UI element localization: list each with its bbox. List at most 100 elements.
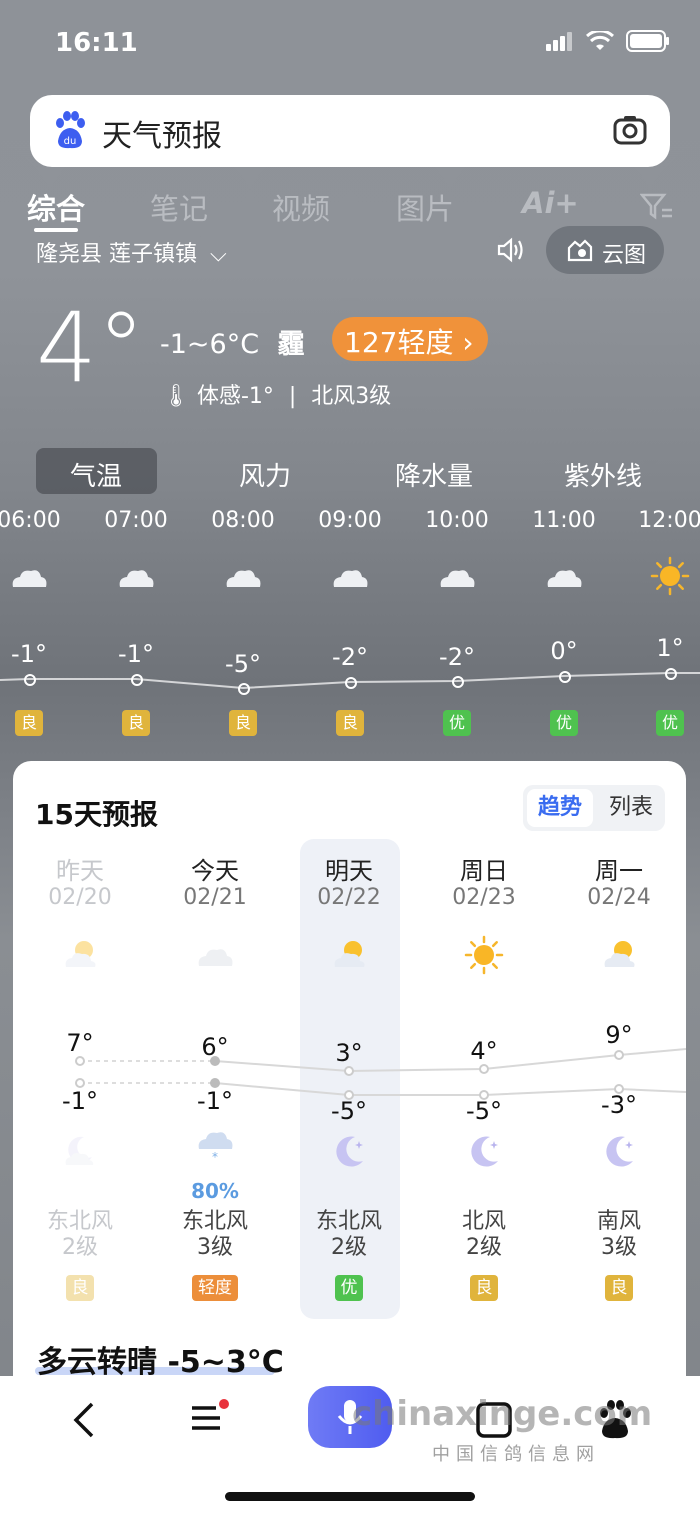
moon-icon — [464, 1131, 504, 1175]
tab-video[interactable]: 视频 — [272, 186, 330, 228]
tab-uv[interactable]: 紫外线 — [564, 456, 642, 493]
day-column[interactable]: 明天 02/22 3° -5° 东北风 2级 优 — [282, 839, 416, 1319]
day-low: -5° — [466, 1097, 502, 1125]
air-quality-badge: 优 — [335, 1275, 363, 1301]
hour-temp-dot — [24, 674, 36, 686]
hour-air-quality-badge: 良 — [15, 710, 43, 736]
day-low: -1° — [197, 1087, 233, 1115]
day-date: 02/21 — [183, 885, 247, 910]
tab-general[interactable]: 综合 — [27, 186, 85, 228]
hour-time: 08:00 — [211, 508, 275, 533]
tab-precipitation[interactable]: 降水量 — [395, 456, 473, 493]
temp-range-condition: -1~6°C 霾 — [160, 322, 305, 361]
wind-direction-label: 北风 — [461, 1209, 506, 1234]
back-icon[interactable] — [70, 1400, 100, 1440]
divider: | — [288, 384, 297, 409]
location-selector[interactable]: 隆尧县 莲子镇镇 ⌵ — [36, 236, 227, 268]
wind-direction: 南风 3级 — [552, 1209, 686, 1261]
hour-air-quality-badge: 良 — [229, 710, 257, 736]
day-name: 今天 — [191, 857, 239, 885]
hour-temp: -2° — [439, 643, 475, 671]
hour-temp-dot — [345, 677, 357, 689]
aqi-badge[interactable]: 127轻度 › — [332, 317, 488, 361]
wind-direction: 东北风 2级 — [13, 1209, 147, 1261]
day-column[interactable]: 今天 02/21 6° -1° * 80% 东北风 3级 轻度 — [148, 839, 282, 1319]
hour-temp-dot — [131, 674, 143, 686]
wind-direction: 北风 2级 — [417, 1209, 551, 1261]
wind-direction: 东北风 2级 — [282, 1209, 416, 1261]
wind-direction: 东北风 3级 — [148, 1209, 282, 1261]
status-time: 16:11 — [55, 28, 138, 58]
cloud-icon — [195, 935, 235, 979]
cloud-icon — [9, 556, 49, 600]
air-quality-badge: 良 — [605, 1275, 633, 1301]
cloud-icon — [544, 556, 584, 600]
aqi-label: 127轻度 › — [344, 326, 474, 359]
wind-level: 北风3级 — [311, 384, 392, 409]
snow-cloud-icon: * — [195, 1123, 235, 1167]
partly-sunny-icon — [60, 935, 100, 979]
status-bar: 16:11 — [0, 0, 700, 86]
day-name: 周一 — [595, 857, 643, 885]
baidu-paw-icon: du — [56, 111, 85, 149]
day-high: 3° — [335, 1039, 363, 1067]
tab-ai[interactable]: Ai+ — [522, 186, 579, 220]
cloud-map-button[interactable]: 云图 — [546, 226, 664, 274]
forecast-card: 15天预报 趋势 列表 昨天 02/20 7° -1° 东北风 2级 良 今天 0… — [13, 761, 686, 1481]
tab-wind[interactable]: 风力 — [239, 456, 291, 493]
search-box[interactable]: du 天气预报 — [30, 95, 670, 167]
tab-images[interactable]: 图片 — [396, 186, 454, 228]
day-low: -1° — [62, 1087, 98, 1115]
cloud-icon — [116, 556, 156, 600]
cloud-map-label: 云图 — [602, 243, 647, 268]
hour-time: 07:00 — [104, 508, 168, 533]
partly-sunny-icon — [329, 935, 369, 979]
wind-direction-label: 南风 — [596, 1209, 641, 1234]
menu-icon[interactable] — [188, 1398, 232, 1438]
tab-notes[interactable]: 笔记 — [150, 186, 208, 228]
day-low: -5° — [331, 1097, 367, 1125]
hour-time: 10:00 — [425, 508, 489, 533]
bottom-nav: chinaxinge.com 中国信鸽信息网 — [0, 1376, 700, 1514]
day-name: 明天 — [325, 857, 373, 885]
hour-time: 12:00 — [638, 508, 700, 533]
speaker-icon[interactable] — [496, 235, 526, 265]
moon-icon — [329, 1131, 369, 1175]
weather-condition: 霾 — [277, 329, 305, 360]
camera-icon[interactable] — [612, 112, 648, 148]
day-column[interactable]: 昨天 02/20 7° -1° 东北风 2级 良 — [13, 839, 147, 1319]
hour-temp-dot — [452, 676, 464, 688]
hour-temp-dot — [559, 671, 571, 683]
watermark-text: chinaxinge.com — [352, 1394, 653, 1434]
air-quality-badge: 轻度 — [192, 1275, 238, 1301]
day-high: 6° — [201, 1033, 229, 1061]
battery-icon — [626, 30, 669, 52]
hour-temp: 0° — [550, 637, 578, 665]
svg-text:*: * — [212, 1150, 218, 1163]
wind-level-label: 2级 — [466, 1235, 502, 1260]
day-column[interactable]: 周一 02/24 9° -3° 南风 3级 良 — [552, 839, 686, 1319]
day-date: 02/23 — [452, 885, 516, 910]
wifi-icon — [586, 31, 614, 50]
day-name: 昨天 — [56, 857, 104, 885]
feels-like: 体感-1° — [196, 384, 274, 409]
chevron-down-icon: ⌵ — [210, 242, 227, 267]
watermark-subtitle: 中国信鸽信息网 — [432, 1444, 600, 1465]
metric-tabs: 气温 风力 降水量 紫外线 — [0, 448, 700, 494]
feels-like-row: 🌡 体感-1° | 北风3级 — [162, 378, 391, 410]
filter-icon[interactable] — [640, 192, 674, 220]
day-date: 02/20 — [48, 885, 112, 910]
hour-time: 11:00 — [532, 508, 596, 533]
temp-range: -1~6°C — [160, 329, 260, 360]
wind-level-label: 3级 — [601, 1235, 637, 1260]
hour-air-quality-badge: 良 — [336, 710, 364, 736]
hour-air-quality-badge: 优 — [550, 710, 578, 736]
hour-time: 06:00 — [0, 508, 61, 533]
search-input[interactable]: 天气预报 — [102, 111, 222, 155]
tab-temperature[interactable]: 气温 — [70, 456, 122, 493]
day-column[interactable]: 周日 02/23 4° -5° 北风 2级 良 — [417, 839, 551, 1319]
moon-icon — [599, 1131, 639, 1175]
hour-temp-dot — [665, 668, 677, 680]
day-date: 02/24 — [587, 885, 651, 910]
hour-temp-dot — [238, 683, 250, 695]
